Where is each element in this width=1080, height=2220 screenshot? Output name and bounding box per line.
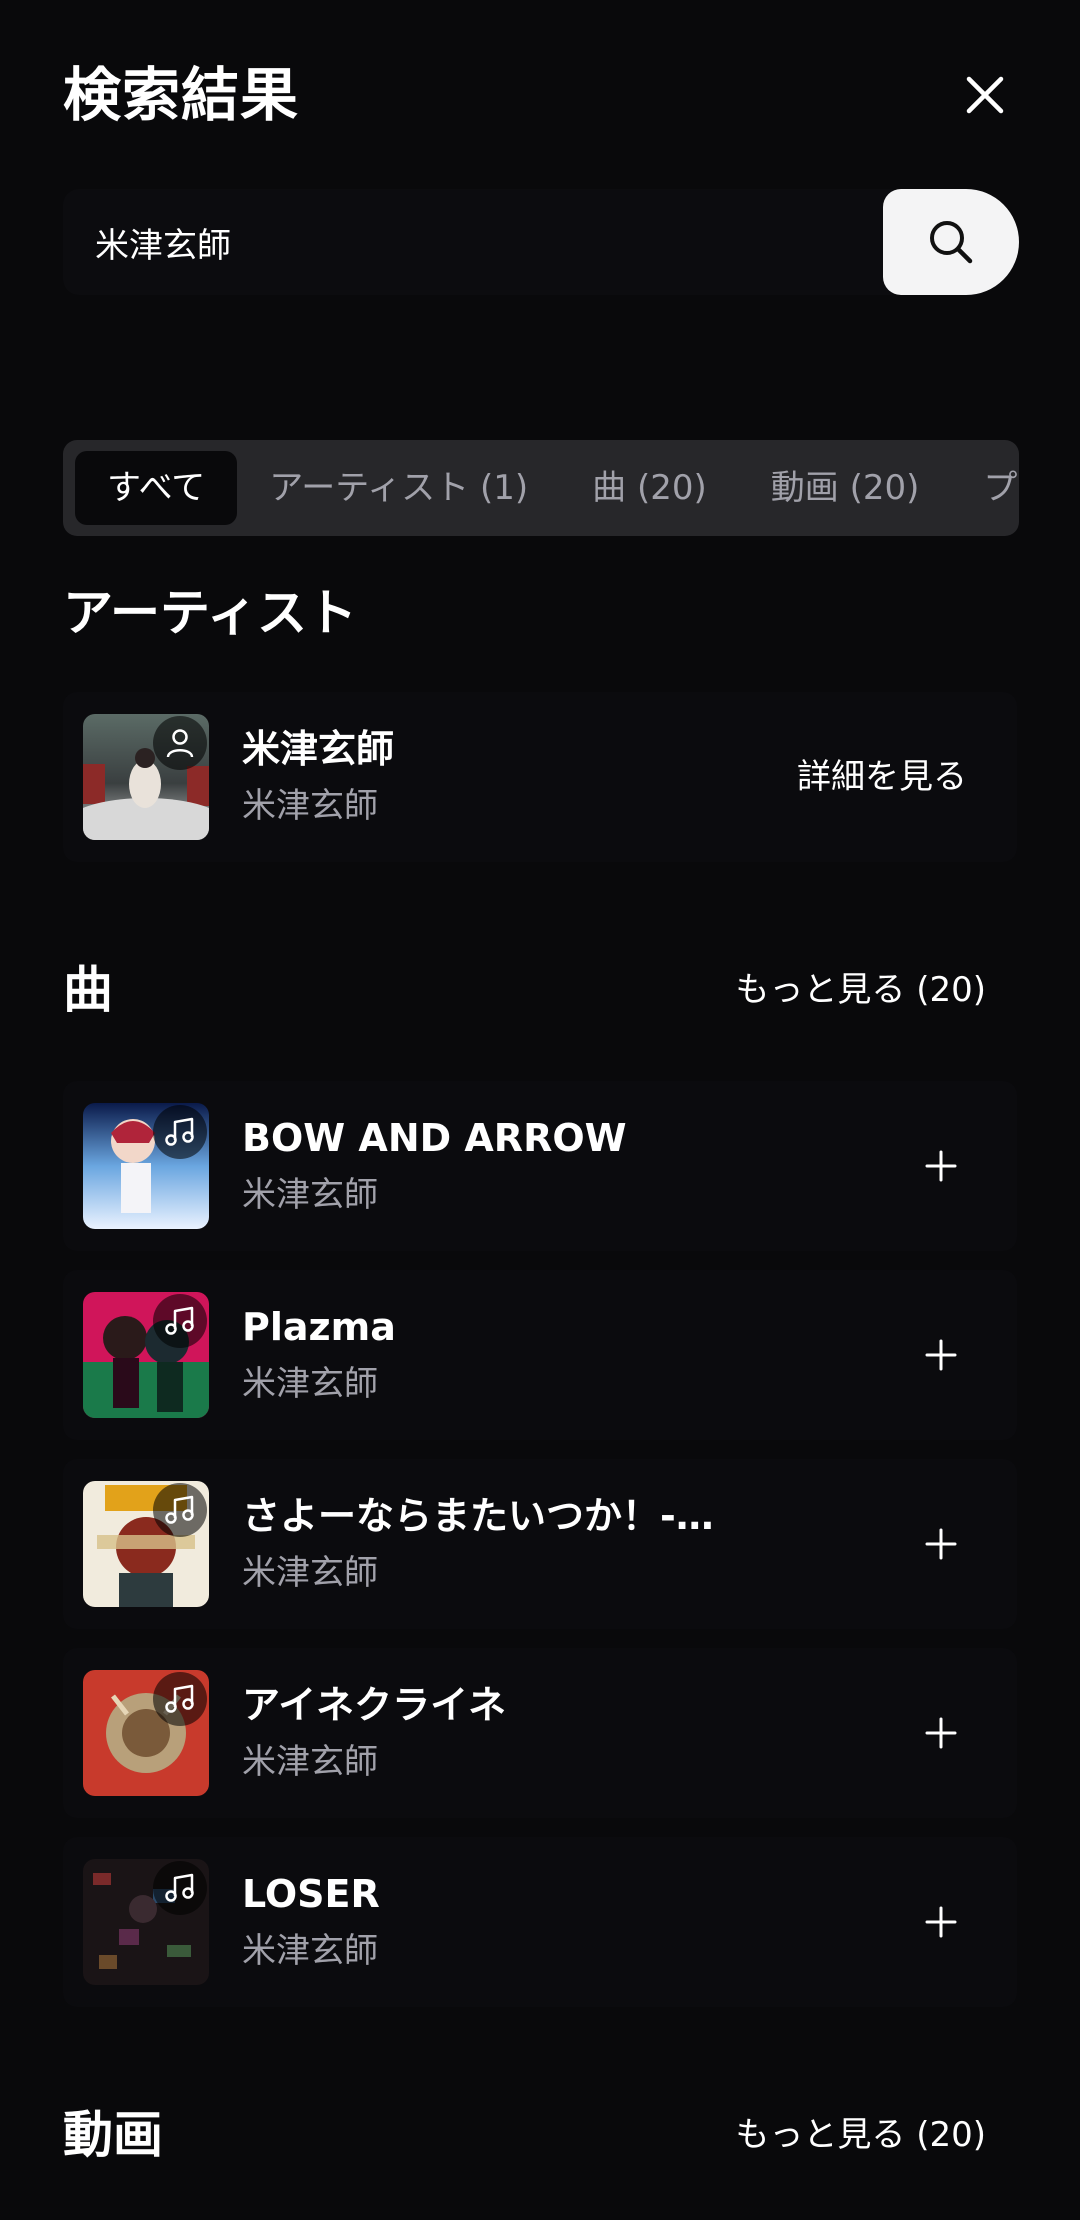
- add-song-button[interactable]: [911, 1136, 971, 1196]
- song-title: BOW AND ARROW: [242, 1116, 627, 1160]
- tab-videos[interactable]: 動画 (20): [739, 451, 952, 525]
- artist-subtitle: 米津玄師: [242, 786, 378, 826]
- plus-icon: [925, 1906, 957, 1938]
- plus-icon: [925, 1717, 957, 1749]
- song-title: LOSER: [242, 1872, 380, 1916]
- song-title: さよーならまたいつか！-…: [242, 1494, 714, 1538]
- add-song-button[interactable]: [911, 1703, 971, 1763]
- music-note-icon: [165, 1873, 194, 1902]
- song-thumbnail: [83, 1481, 209, 1607]
- song-artist: 米津玄師: [242, 1175, 378, 1215]
- song-artist: 米津玄師: [242, 1742, 378, 1782]
- song-artist: 米津玄師: [242, 1364, 378, 1404]
- close-button[interactable]: [953, 63, 1017, 127]
- song-thumbnail: [83, 1670, 209, 1796]
- song-thumbnail: [83, 1859, 209, 1985]
- tab-playlists[interactable]: プ: [951, 451, 1019, 525]
- music-note-icon: [165, 1684, 194, 1713]
- plus-icon: [925, 1528, 957, 1560]
- search-input[interactable]: [63, 189, 893, 295]
- song-badge: [153, 1105, 207, 1159]
- song-title: Plazma: [242, 1305, 396, 1349]
- tab-all[interactable]: すべて: [75, 451, 238, 525]
- artist-thumbnail: [83, 714, 209, 840]
- song-badge: [153, 1672, 207, 1726]
- add-song-button[interactable]: [911, 1514, 971, 1574]
- search-bar: [63, 189, 1019, 295]
- song-badge: [153, 1483, 207, 1537]
- song-badge: [153, 1294, 207, 1348]
- plus-icon: [925, 1150, 957, 1182]
- artist-name: 米津玄師: [242, 727, 395, 771]
- music-note-icon: [165, 1306, 194, 1335]
- song-artist: 米津玄師: [242, 1931, 378, 1971]
- view-details-link[interactable]: 詳細を見る: [797, 752, 967, 802]
- plus-icon: [925, 1339, 957, 1371]
- song-thumbnail: [83, 1103, 209, 1229]
- page-title: 検索結果: [63, 61, 300, 129]
- person-icon: [166, 729, 194, 758]
- song-row[interactable]: Plazma 米津玄師: [63, 1270, 1017, 1440]
- song-artist: 米津玄師: [242, 1553, 378, 1593]
- song-row[interactable]: さよーならまたいつか！-… 米津玄師: [63, 1459, 1017, 1629]
- filter-tabs: すべて アーティスト (1) 曲 (20) 動画 (20) プ: [63, 440, 1019, 536]
- videos-more-link[interactable]: もっと見る (20): [735, 2100, 986, 2170]
- section-title-videos: 動画: [63, 2106, 163, 2164]
- artist-row[interactable]: 米津玄師 米津玄師 詳細を見る: [63, 692, 1017, 862]
- add-song-button[interactable]: [911, 1325, 971, 1385]
- songs-more-link[interactable]: もっと見る (20): [735, 955, 986, 1025]
- music-note-icon: [165, 1117, 194, 1146]
- artist-badge: [153, 716, 207, 770]
- add-song-button[interactable]: [911, 1892, 971, 1952]
- search-icon: [930, 221, 973, 264]
- section-title-artists: アーティスト: [63, 584, 357, 642]
- song-thumbnail: [83, 1292, 209, 1418]
- song-row[interactable]: BOW AND ARROW 米津玄師: [63, 1081, 1017, 1251]
- music-note-icon: [165, 1495, 194, 1524]
- song-row[interactable]: アイネクライネ 米津玄師: [63, 1648, 1017, 1818]
- search-button[interactable]: [883, 189, 1019, 295]
- header: 検索結果: [63, 55, 1017, 135]
- section-title-songs: 曲: [63, 961, 113, 1019]
- song-title: アイネクライネ: [242, 1683, 507, 1727]
- close-icon: [966, 76, 1004, 114]
- song-row[interactable]: LOSER 米津玄師: [63, 1837, 1017, 2007]
- tab-artists[interactable]: アーティスト (1): [237, 451, 560, 525]
- tab-songs[interactable]: 曲 (20): [560, 451, 739, 525]
- song-badge: [153, 1861, 207, 1915]
